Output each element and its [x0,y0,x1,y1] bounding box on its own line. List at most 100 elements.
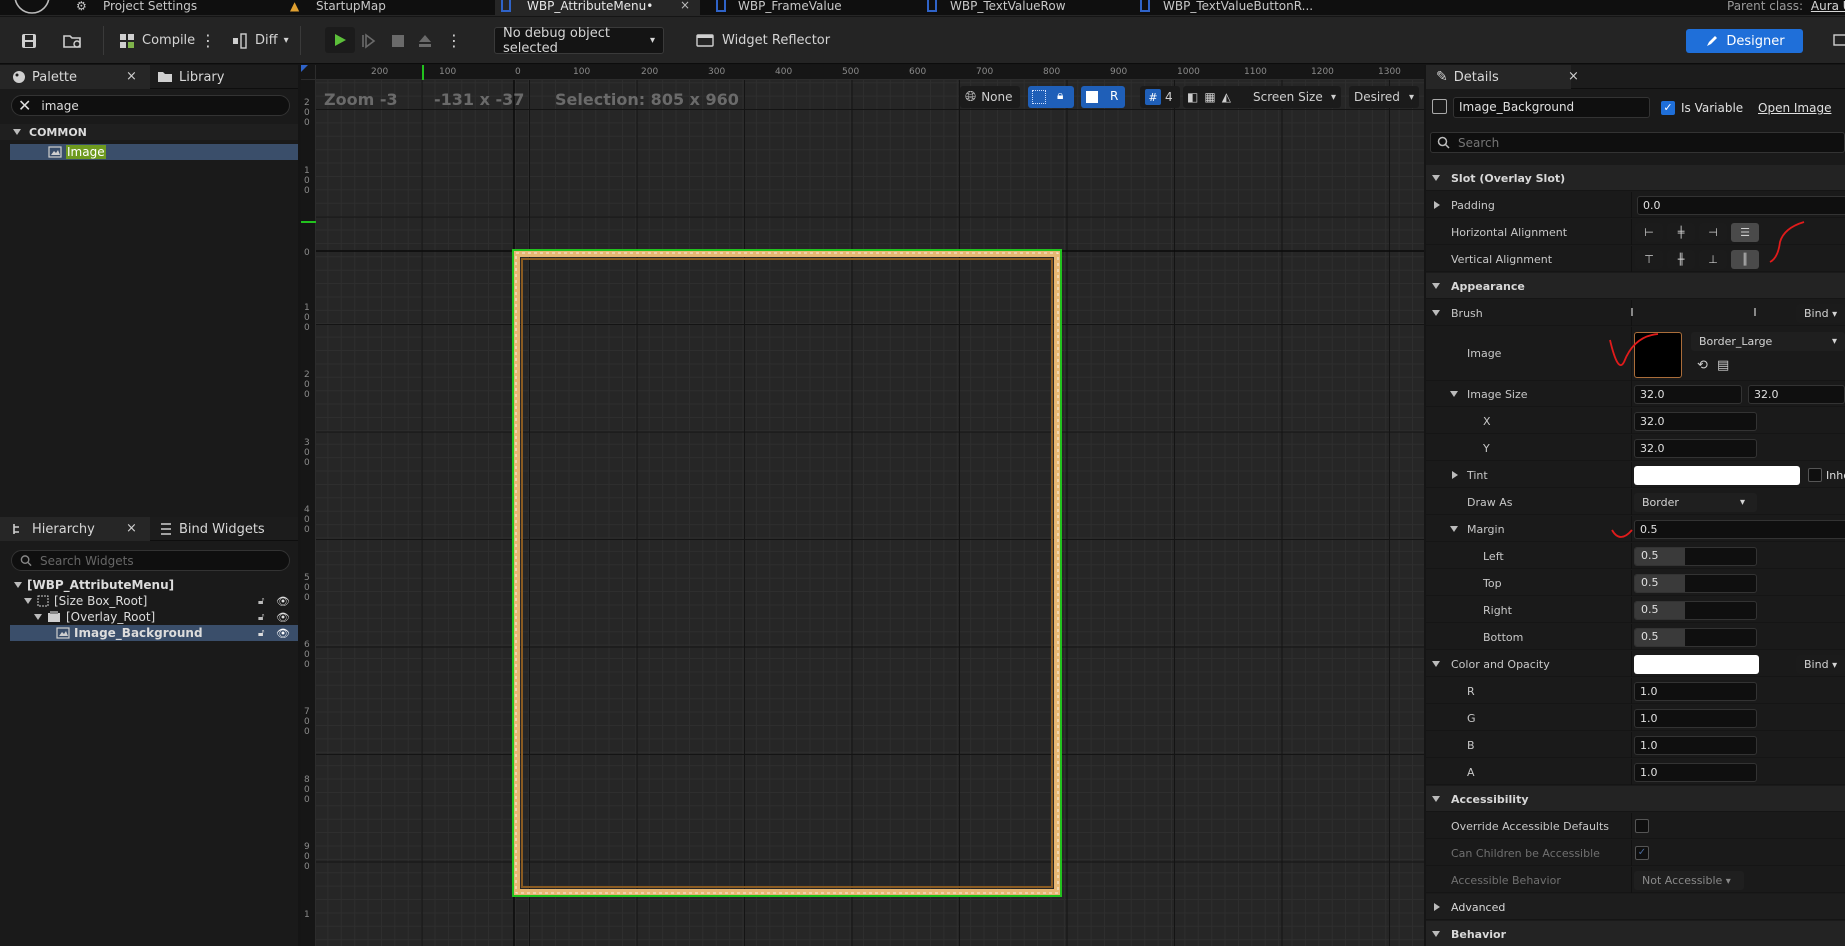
align-left-icon[interactable]: ⊢ [1635,223,1663,242]
stop-button[interactable] [388,27,408,54]
margin-right-slider[interactable]: 0.5 [1634,601,1757,620]
screen-size-dropdown[interactable]: Screen Size ▾ [1249,86,1341,108]
is-variable-checkbox[interactable]: ✓ [1661,101,1675,115]
close-details-icon[interactable]: × [1568,69,1579,84]
image-thumbnail[interactable] [1634,332,1682,378]
margin-left-slider[interactable]: 0.5 [1634,547,1757,566]
override-accessible-checkbox[interactable] [1635,819,1649,833]
tint-color-swatch[interactable] [1634,466,1800,485]
play-options-icon[interactable]: ⋮ [446,27,462,54]
step-button[interactable] [358,27,378,54]
browse-asset-icon[interactable]: ▤ [1717,358,1729,373]
lock-layout-button[interactable]: 🔒︎ [1028,86,1074,108]
debug-object-select[interactable]: No debug object selected ▾ [494,26,664,56]
draw-as-dropdown[interactable]: Border ▾ [1634,493,1757,512]
collapse-arrow-icon[interactable] [1450,391,1458,397]
expand-arrow-icon[interactable] [1434,201,1440,209]
align-middle-icon[interactable]: ╫ [1667,250,1695,269]
color-bind-dropdown[interactable]: Bind ▾ [1796,655,1845,674]
ue-logo-icon[interactable] [0,0,50,16]
image-size-y-field[interactable]: 32.0 [1634,439,1757,458]
section-appearance[interactable]: Appearance [1426,273,1845,299]
inherit-checkbox[interactable] [1808,468,1822,482]
designer-mode-button[interactable]: Designer [1686,29,1803,53]
details-search-input[interactable] [1458,135,1838,150]
lock-icon[interactable]: 🔓︎ [258,612,264,623]
grid-snap-button[interactable]: # 4 [1140,86,1180,108]
flip-icon[interactable]: ◧ [1187,90,1198,104]
lock-icon[interactable]: 🔓︎ [258,628,264,639]
margin-summary-field[interactable]: 0.5 [1634,520,1845,539]
eject-button[interactable] [415,27,435,54]
lock-icon[interactable]: 🔓︎ [258,596,264,607]
save-button[interactable] [20,27,38,54]
collapse-arrow-icon[interactable] [1450,526,1458,532]
fill-mode-dropdown[interactable]: Desired ▾ [1349,86,1419,108]
color-a-field[interactable]: 1.0 [1634,763,1757,782]
hierarchy-node-overlay-root[interactable]: [Overlay_Root] 🔓︎ 👁︎ [34,609,298,625]
widget-reflector-button[interactable]: Widget Reflector [696,27,830,54]
expand-arrow-icon[interactable] [1452,471,1458,479]
visibility-eye-icon[interactable]: 👁︎ [276,595,290,608]
color-r-field[interactable]: 1.0 [1634,682,1757,701]
parent-class-link[interactable]: Aura U [1811,0,1845,13]
use-selected-asset-icon[interactable]: ⟲ [1697,358,1708,373]
image-size-y-summary[interactable]: 32.0 [1748,385,1845,404]
hierarchy-search-input[interactable] [40,553,289,568]
tab-close-icon[interactable]: × [680,0,690,11]
details-search[interactable] [1430,132,1845,153]
color-g-field[interactable]: 1.0 [1634,709,1757,728]
section-advanced[interactable]: Advanced [1426,894,1845,920]
palette-category-common[interactable]: COMMON [0,124,298,140]
margin-top-slider[interactable]: 0.5 [1634,574,1757,593]
image-size-x-summary[interactable]: 32.0 [1634,385,1742,404]
widget-name-field[interactable]: Image_Background [1453,97,1650,118]
landscape-icon[interactable]: ▦ [1204,90,1215,104]
palette-search[interactable]: ✕ [11,95,290,116]
margin-bottom-slider[interactable]: 0.5 [1634,628,1757,647]
tab-project-settings[interactable]: ⚙ Project Settings [76,0,256,16]
tab-wbp-text-value-button-row[interactable]: WBP_TextValueButtonR... [1140,0,1360,16]
close-palette-icon[interactable]: × [126,69,137,84]
color-opacity-swatch[interactable] [1634,655,1759,674]
padding-field[interactable]: 0.0 [1637,196,1845,215]
compile-button[interactable]: Compile [118,27,195,54]
background-icon[interactable]: ◭ [1222,90,1231,104]
brush-bind-dropdown[interactable]: Bind ▾ [1796,304,1845,323]
align-bottom-icon[interactable]: ⊥ [1699,250,1727,269]
close-hierarchy-icon[interactable]: × [126,521,137,536]
align-fill-horizontal-icon[interactable]: ☰ [1731,223,1759,242]
hierarchy-search[interactable] [11,550,290,571]
color-b-field[interactable]: 1.0 [1634,736,1757,755]
hierarchy-node-image-background[interactable]: Image_Background 🔓︎ 👁︎ [10,625,298,641]
tab-startup-map[interactable]: ▲ StartupMap [290,0,470,16]
viewport-icon-group[interactable]: ◧ ▦ ◭ [1183,86,1255,108]
tab-wbp-frame-value[interactable]: WBP_FrameValue [716,0,886,16]
image-asset-dropdown[interactable]: Border_Large ▾ [1691,332,1845,351]
visibility-eye-icon[interactable]: 👁︎ [276,627,290,640]
browse-button[interactable] [62,27,84,54]
align-top-icon[interactable]: ⊤ [1635,250,1663,269]
palette-item-image[interactable]: Image [10,144,298,160]
tab-wbp-text-value-row[interactable]: WBP_TextValueRow [927,0,1127,16]
open-image-link[interactable]: Open Image [1758,101,1831,115]
designer-canvas[interactable] [301,65,1424,946]
play-button[interactable] [325,27,355,53]
collapse-arrow-icon[interactable] [1432,310,1440,316]
visibility-eye-icon[interactable]: 👁︎ [276,611,290,624]
diff-button[interactable]: Diff ▾ [231,27,289,54]
tab-details[interactable]: ✎ Details [1426,65,1571,89]
collapse-arrow-icon[interactable] [1432,661,1440,667]
hierarchy-node-size-box-root[interactable]: [Size Box_Root] 🔓︎ 👁︎ [24,593,298,609]
align-right-icon[interactable]: ⊣ [1699,223,1727,242]
section-slot[interactable]: Slot (Overlay Slot) [1426,165,1845,191]
tab-library[interactable]: Library [155,65,224,89]
tab-bind-widgets[interactable]: Bind Widgets [157,517,265,541]
section-accessibility[interactable]: Accessibility [1426,786,1845,812]
hierarchy-root[interactable]: [WBP_AttributeMenu] [14,577,174,593]
respect-locks-button[interactable]: R [1081,86,1125,108]
tab-wbp-attribute-menu[interactable]: WBP_AttributeMenu• × [495,0,700,16]
clear-search-icon[interactable]: ✕ [18,96,31,115]
align-fill-vertical-icon[interactable]: ║ [1731,250,1759,269]
align-center-icon[interactable]: ╪ [1667,223,1695,242]
